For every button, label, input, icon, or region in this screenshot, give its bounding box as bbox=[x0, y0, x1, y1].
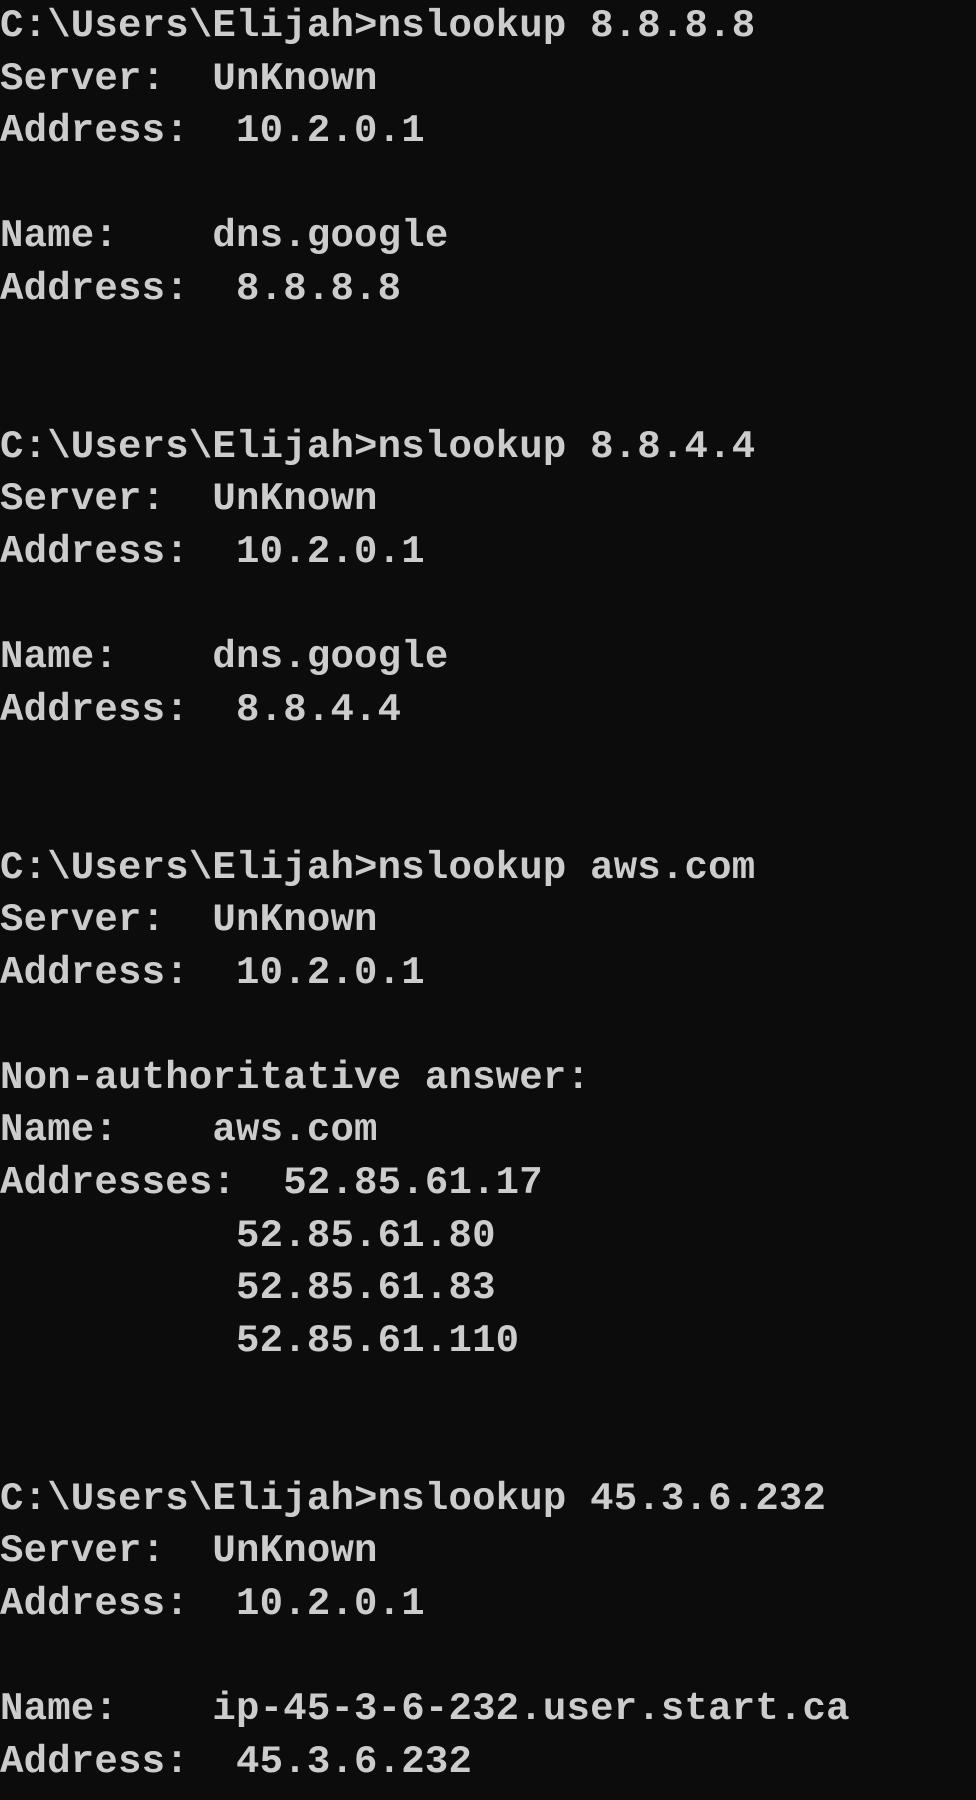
result-address-continuation: 52.85.61.110 bbox=[0, 1318, 520, 1363]
result-address-line: Address: 8.8.8.8 bbox=[0, 266, 402, 311]
server-line: Server: UnKnown bbox=[0, 1529, 378, 1574]
server-line: Server: UnKnown bbox=[0, 56, 378, 101]
nslookup-block: C:\Users\Elijah>nslookup 8.8.4.4 Server:… bbox=[0, 421, 976, 842]
result-name-line: Name: dns.google bbox=[0, 214, 449, 259]
command-prompt-line: C:\Users\Elijah>nslookup 8.8.8.8 bbox=[0, 4, 756, 48]
server-address-line: Address: 10.2.0.1 bbox=[0, 1581, 425, 1626]
non-authoritative-line: Non-authoritative answer: bbox=[0, 1055, 591, 1100]
nslookup-block: C:\Users\Elijah>nslookup aws.com Server:… bbox=[0, 842, 976, 1473]
result-addresses-line: Addresses: 52.85.61.17 bbox=[0, 1161, 543, 1206]
command-prompt-line: C:\Users\Elijah>nslookup 45.3.6.232 bbox=[0, 1476, 827, 1521]
result-address-line: Address: 45.3.6.232 bbox=[0, 1739, 473, 1784]
result-name-line: Name: dns.google bbox=[0, 635, 449, 680]
server-line: Server: UnKnown bbox=[0, 477, 378, 522]
command-prompt-line: C:\Users\Elijah>nslookup 8.8.4.4 bbox=[0, 424, 756, 469]
result-address-continuation: 52.85.61.83 bbox=[0, 1266, 496, 1311]
terminal-window[interactable]: C:\Users\Elijah>nslookup 8.8.8.8 Server:… bbox=[0, 0, 976, 1800]
result-address-continuation: 52.85.61.80 bbox=[0, 1213, 496, 1258]
server-address-line: Address: 10.2.0.1 bbox=[0, 529, 425, 574]
result-name-line: Name: ip-45-3-6-232.user.start.ca bbox=[0, 1687, 850, 1731]
server-line: Server: UnKnown bbox=[0, 898, 378, 943]
result-address-line: Address: 8.8.4.4 bbox=[0, 687, 402, 732]
result-name-line: Name: aws.com bbox=[0, 1108, 378, 1153]
server-address-line: Address: 10.2.0.1 bbox=[0, 109, 425, 154]
command-prompt-line: C:\Users\Elijah>nslookup aws.com bbox=[0, 845, 756, 890]
nslookup-block: C:\Users\Elijah>nslookup 45.3.6.232 Serv… bbox=[0, 1473, 976, 1789]
server-address-line: Address: 10.2.0.1 bbox=[0, 950, 425, 995]
nslookup-block: C:\Users\Elijah>nslookup 8.8.8.8 Server:… bbox=[0, 0, 976, 421]
